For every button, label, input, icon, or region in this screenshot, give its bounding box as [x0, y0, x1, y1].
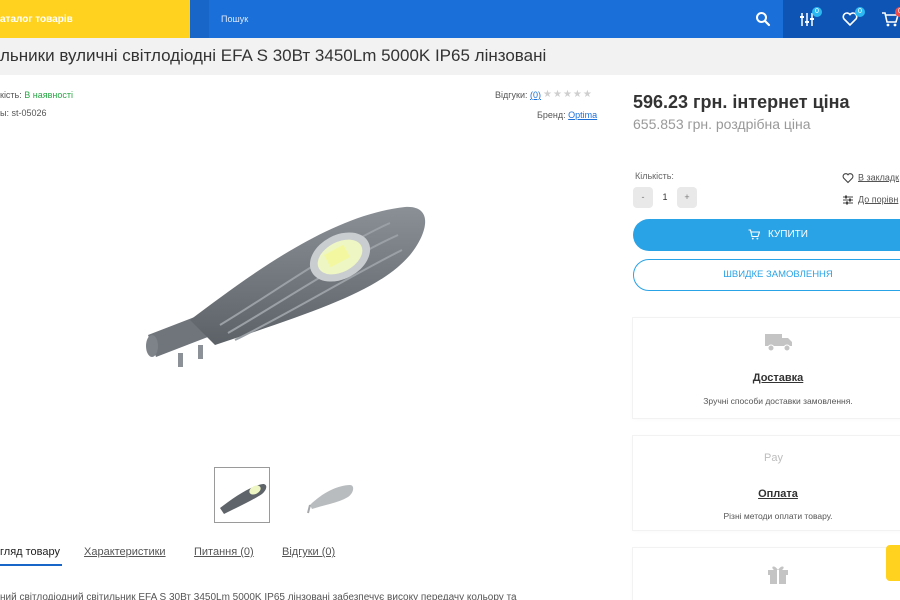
- retail-price: 655.853 грн. роздрібна ціна: [633, 116, 811, 132]
- sku-value: st-05026: [11, 108, 47, 118]
- add-to-wishlist-link[interactable]: В закладк: [842, 172, 899, 184]
- star-icon: ★: [572, 89, 583, 100]
- cart-button[interactable]: 0: [881, 7, 900, 28]
- compare-sliders-icon: [843, 195, 853, 205]
- product-description: ний світлодіодний світильник EFA S 30Вт …: [0, 592, 517, 600]
- search-icon[interactable]: [755, 11, 771, 27]
- payment-subtitle: Різні методи оплати товару.: [723, 511, 833, 521]
- delivery-title[interactable]: Доставка: [633, 372, 900, 384]
- title-strip: льники вуличні світлодіодні EFA S 30Вт 3…: [0, 38, 900, 75]
- buy-button-label: КУПИТИ: [768, 229, 808, 240]
- wishlist-count-badge: 0: [855, 7, 865, 17]
- brand: Бренд: Optima: [537, 110, 597, 120]
- thumbnail-image: [220, 484, 267, 514]
- search-input[interactable]: Пошук: [221, 14, 248, 24]
- reviews-summary: Відгуки: (0): [495, 90, 541, 100]
- reviews-count-link[interactable]: (0): [530, 90, 541, 100]
- page-title: льники вуличні світлодіодні EFA S 30Вт 3…: [0, 46, 547, 65]
- quantity-stepper: - 1 +: [633, 187, 697, 208]
- tab-reviews[interactable]: Відгуки (0): [282, 546, 335, 558]
- gift-icon: [768, 566, 788, 584]
- wishlist-button[interactable]: 0: [841, 7, 865, 28]
- apple-pay-icon: Pay: [764, 452, 783, 464]
- top-navbar: аталог товарів Пошук 0 0: [0, 0, 900, 38]
- apple-pay-text: Pay: [764, 452, 783, 464]
- internet-price: 596.23 грн. інтернет ціна: [633, 92, 850, 112]
- availability: кість: В наявності: [0, 90, 73, 100]
- brand-link[interactable]: Optima: [568, 110, 597, 120]
- quantity-increase-button[interactable]: +: [677, 187, 697, 208]
- active-tab-indicator: [0, 564, 62, 566]
- cart-icon: [748, 229, 761, 240]
- star-icon: ★: [552, 89, 563, 100]
- thumbnail-2[interactable]: [302, 467, 358, 523]
- search-bar[interactable]: Пошук: [209, 0, 783, 38]
- compare-count-badge: 0: [812, 7, 822, 17]
- payment-card: Pay Оплата Різні методи оплати товару.: [633, 436, 900, 530]
- payment-title[interactable]: Оплата: [633, 488, 900, 500]
- quick-order-button[interactable]: ШВИДКЕ ЗАМОВЛЕННЯ: [633, 259, 900, 291]
- star-icon: ★: [543, 89, 553, 100]
- star-icon: ★: [582, 89, 593, 100]
- rating-stars[interactable]: ★★★★★: [543, 89, 593, 100]
- callback-widget-tab[interactable]: [886, 545, 900, 581]
- compare-button[interactable]: 0: [798, 7, 822, 28]
- gift-card: [633, 548, 900, 600]
- catalog-button[interactable]: аталог товарів: [0, 0, 190, 38]
- reviews-label: Відгуки:: [495, 90, 528, 100]
- availability-label: кість:: [0, 90, 22, 100]
- sku-label: ы:: [0, 108, 9, 118]
- quantity-decrease-button[interactable]: -: [633, 187, 653, 208]
- cart-count-badge: 0: [895, 7, 900, 17]
- tab-questions[interactable]: Питання (0): [194, 546, 254, 558]
- quantity-label: Кількість:: [635, 171, 674, 181]
- availability-value: В наявності: [24, 90, 73, 100]
- sku: ы: st-05026: [0, 108, 47, 118]
- wishlist-link-label: В закладк: [858, 172, 900, 183]
- header-actions: 0 0 0: [783, 0, 900, 38]
- star-icon: ★: [562, 89, 573, 100]
- buy-button[interactable]: КУПИТИ: [633, 219, 900, 251]
- thumbnail-1[interactable]: [214, 467, 270, 523]
- heart-icon: [842, 173, 854, 184]
- delivery-subtitle: Зручні способи доставки замовлення.: [703, 396, 853, 406]
- compare-link-label: До порівн: [858, 194, 899, 205]
- quantity-input[interactable]: 1: [653, 187, 677, 208]
- truck-icon: [765, 334, 792, 352]
- tab-characteristics[interactable]: Характеристики: [84, 546, 166, 558]
- add-to-compare-link[interactable]: До порівн: [842, 194, 898, 206]
- thumbnail-image: [307, 485, 354, 514]
- product-image[interactable]: [140, 195, 440, 385]
- tab-overview[interactable]: гляд товару: [0, 546, 60, 558]
- delivery-card: Доставка Зручні способи доставки замовле…: [633, 318, 900, 418]
- brand-label: Бренд:: [537, 110, 566, 120]
